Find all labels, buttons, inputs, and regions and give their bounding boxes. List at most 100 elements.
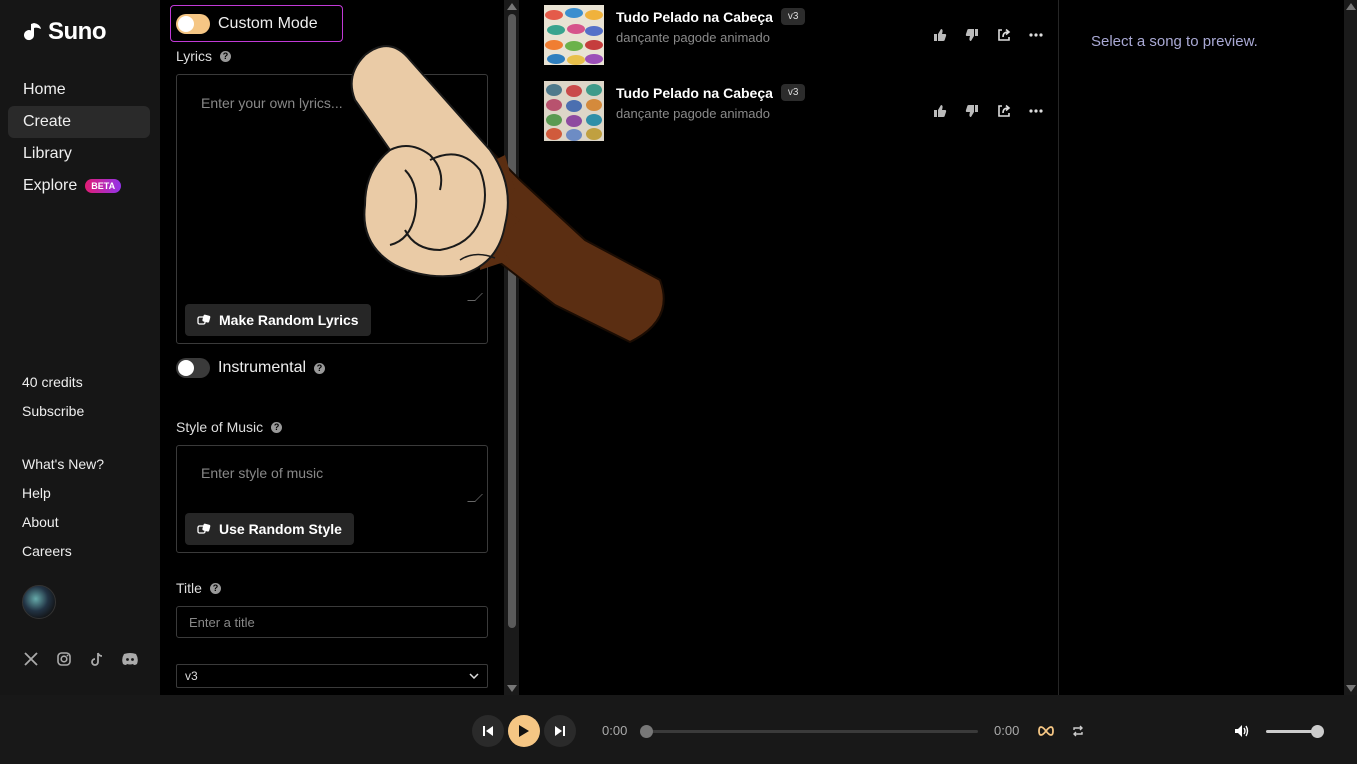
play-button[interactable] xyxy=(508,715,540,747)
play-icon xyxy=(519,725,529,737)
thumbs-up-icon[interactable] xyxy=(932,27,948,43)
share-icon[interactable] xyxy=(996,103,1012,119)
repeat-button[interactable] xyxy=(1062,715,1094,747)
scroll-thumb[interactable] xyxy=(508,14,516,628)
volume-knob[interactable] xyxy=(1311,725,1324,738)
volume-button[interactable] xyxy=(1226,715,1258,747)
suno-logo[interactable]: Suno xyxy=(22,18,107,46)
progress-slider[interactable] xyxy=(640,725,978,738)
title-label-text: Title xyxy=(176,580,202,596)
song-cover[interactable] xyxy=(544,5,604,65)
model-select[interactable]: v3 xyxy=(176,664,488,688)
social-links xyxy=(22,650,139,668)
make-random-lyrics-label: Make Random Lyrics xyxy=(219,312,359,328)
song-row[interactable]: Tudo Pelado na Cabeça v3 dançante pagode… xyxy=(544,5,1044,65)
scroll-down-arrow[interactable] xyxy=(507,685,517,692)
nav-create[interactable]: Create xyxy=(8,106,150,138)
hats-cover-image xyxy=(544,5,604,65)
current-time: 0:00 xyxy=(602,723,628,738)
dice-icon xyxy=(197,314,211,325)
info-links: What's New? Help About Careers xyxy=(22,450,104,566)
resize-handle[interactable] xyxy=(467,494,483,502)
song-title[interactable]: Tudo Pelado na Cabeça xyxy=(616,9,773,25)
scroll-up-arrow[interactable] xyxy=(507,3,517,10)
duration: 0:00 xyxy=(994,723,1020,738)
make-random-lyrics-button[interactable]: Make Random Lyrics xyxy=(185,304,371,336)
song-style: dançante pagode animado xyxy=(616,30,770,45)
song-actions xyxy=(932,103,1044,119)
song-style: dançante pagode animado xyxy=(616,106,770,121)
style-label-text: Style of Music xyxy=(176,419,264,435)
infinity-icon xyxy=(1038,726,1054,736)
version-badge: v3 xyxy=(780,8,806,25)
title-label: Title ? xyxy=(176,580,221,596)
player-bar: 0:00 0:00 xyxy=(0,695,1357,764)
discord-icon[interactable] xyxy=(121,650,139,668)
help-icon[interactable]: ? xyxy=(209,582,221,594)
thumbs-down-icon[interactable] xyxy=(964,27,980,43)
instrumental-toggle[interactable]: Instrumental ? xyxy=(176,358,326,378)
instrumental-switch[interactable] xyxy=(176,358,210,378)
nav-library[interactable]: Library xyxy=(8,138,150,170)
lyrics-box: Enter your own lyrics... Make Random Lyr… xyxy=(176,74,488,344)
app-name: Suno xyxy=(48,18,107,45)
title-input[interactable]: Enter a title xyxy=(176,606,488,638)
scroll-down-arrow[interactable] xyxy=(1346,685,1356,692)
x-twitter-icon[interactable] xyxy=(22,650,40,668)
nav-explore-label: Explore xyxy=(23,177,78,194)
avatar[interactable] xyxy=(22,585,56,619)
song-title-row: Tudo Pelado na Cabeça v3 xyxy=(616,84,806,101)
nav-create-label: Create xyxy=(23,113,72,130)
song-info: Tudo Pelado na Cabeça v3 dançante pagode… xyxy=(616,5,806,65)
resize-handle[interactable] xyxy=(467,293,483,301)
help-link[interactable]: Help xyxy=(22,479,104,508)
song-list: Tudo Pelado na Cabeça v3 dançante pagode… xyxy=(520,0,1058,695)
page-scrollbar[interactable] xyxy=(1344,0,1357,695)
lyrics-label-text: Lyrics xyxy=(176,48,213,64)
chevron-down-icon xyxy=(469,673,479,679)
song-info: Tudo Pelado na Cabeça v3 dançante pagode… xyxy=(616,81,806,141)
instagram-icon[interactable] xyxy=(55,650,73,668)
nav-home[interactable]: Home xyxy=(8,74,150,106)
beta-badge: BETA xyxy=(85,179,122,193)
progress-knob[interactable] xyxy=(640,725,653,738)
share-icon[interactable] xyxy=(996,27,1012,43)
custom-mode-label: Custom Mode xyxy=(218,14,318,32)
thumbs-up-icon[interactable] xyxy=(932,103,948,119)
song-title[interactable]: Tudo Pelado na Cabeça xyxy=(616,85,773,101)
loop-infinite-button[interactable] xyxy=(1030,715,1062,747)
use-random-style-button[interactable]: Use Random Style xyxy=(185,513,354,545)
nav-explore[interactable]: Explore BETA xyxy=(8,170,150,202)
sidebar: Suno Home Create Library Explore BETA 40 … xyxy=(0,0,160,695)
custom-mode-toggle[interactable]: Custom Mode xyxy=(170,5,343,42)
instrumental-label: Instrumental xyxy=(218,359,307,376)
create-form: Custom Mode Lyrics ? Enter your own lyri… xyxy=(160,0,504,695)
help-icon[interactable]: ? xyxy=(314,362,326,374)
more-options-icon[interactable] xyxy=(1028,103,1044,119)
style-textarea[interactable]: Enter style of music xyxy=(201,465,323,481)
preview-empty-text: Select a song to preview. xyxy=(1091,33,1258,50)
subscribe-link[interactable]: Subscribe xyxy=(22,397,84,426)
help-icon[interactable]: ? xyxy=(220,50,232,62)
repeat-icon xyxy=(1073,725,1083,737)
song-cover[interactable] xyxy=(544,81,604,141)
help-icon[interactable]: ? xyxy=(271,421,283,433)
thumbs-down-icon[interactable] xyxy=(964,103,980,119)
volume-slider[interactable] xyxy=(1266,725,1324,738)
scroll-up-arrow[interactable] xyxy=(1346,3,1356,10)
switch-knob xyxy=(178,15,194,32)
lyrics-label: Lyrics ? xyxy=(176,48,232,64)
switch-knob xyxy=(178,360,194,376)
about-link[interactable]: About xyxy=(22,508,104,537)
lyrics-textarea[interactable]: Enter your own lyrics... xyxy=(201,95,343,111)
whats-new-link[interactable]: What's New? xyxy=(22,450,104,479)
form-scrollbar[interactable] xyxy=(504,0,519,695)
tiktok-icon[interactable] xyxy=(88,650,106,668)
custom-mode-switch[interactable] xyxy=(176,13,210,34)
suno-logo-icon xyxy=(24,23,41,41)
next-track-button[interactable] xyxy=(544,715,576,747)
song-row[interactable]: Tudo Pelado na Cabeça v3 dançante pagode… xyxy=(544,81,1044,141)
previous-track-button[interactable] xyxy=(472,715,504,747)
more-options-icon[interactable] xyxy=(1028,27,1044,43)
careers-link[interactable]: Careers xyxy=(22,537,104,566)
